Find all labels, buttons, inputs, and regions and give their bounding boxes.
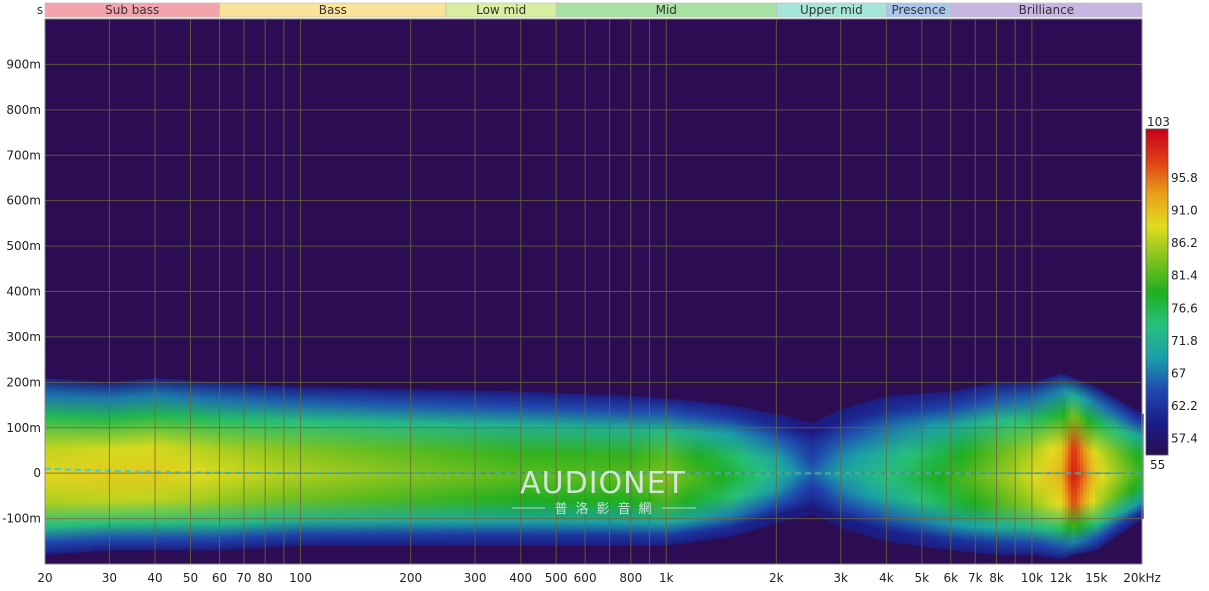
band-label: Upper mid (800, 3, 863, 17)
x-tick-label: 300 (464, 571, 487, 585)
colorbar-tick-label: 76.6 (1171, 301, 1198, 315)
y-unit-label: s (37, 3, 43, 17)
x-tick-label: 200 (399, 571, 422, 585)
x-tick-label: 20 (37, 571, 52, 585)
y-tick-label: 400m (6, 285, 41, 299)
colorbar-tick-label: 71.8 (1171, 334, 1198, 348)
x-tick-label: 4k (879, 571, 894, 585)
colorbar-gradient (1145, 128, 1169, 456)
x-tick-label: 400 (509, 571, 532, 585)
colorbar-tick-label: 86.2 (1171, 236, 1198, 250)
x-tick-label: 40 (147, 571, 162, 585)
colorbar-tick-label: 67 (1171, 367, 1186, 381)
colorbar-tick-label: 55 (1150, 458, 1165, 472)
y-tick-label: 300m (6, 330, 41, 344)
y-tick-label: 100m (6, 421, 41, 435)
x-tick-label: 7k (968, 571, 983, 585)
x-tick-label: 30 (102, 571, 117, 585)
y-tick-label: 0 (33, 466, 41, 480)
watermark-title: AUDIONET (520, 466, 686, 501)
colorbar-tick-label: 103 (1147, 115, 1170, 129)
x-tick-label: 800 (619, 571, 642, 585)
band-label: Low mid (476, 3, 526, 17)
y-tick-label: 500m (6, 239, 41, 253)
y-tick-label: 600m (6, 194, 41, 208)
y-tick-label: -100m (2, 512, 41, 526)
colorbar-tick-label: 57.4 (1171, 432, 1198, 446)
x-tick-label: 2k (769, 571, 784, 585)
y-tick-label: 700m (6, 148, 41, 162)
x-tick-label: 70 (236, 571, 251, 585)
x-tick-label: 80 (258, 571, 273, 585)
x-tick-label: 15k (1085, 571, 1107, 585)
x-tick-label: 6k (944, 571, 959, 585)
x-tick-label: 500 (545, 571, 568, 585)
x-tick-label: 1k (659, 571, 674, 585)
x-tick-label: 600 (574, 571, 597, 585)
band-label: Sub bass (105, 3, 159, 17)
x-tick-label: 10k (1021, 571, 1043, 585)
colorbar-tick-label: 91.0 (1171, 204, 1198, 218)
x-tick-label: 5k (915, 571, 930, 585)
colorbar-tick-label: 81.4 (1171, 269, 1198, 283)
x-tick-label: 100 (289, 571, 312, 585)
watermark-subtitle: 普洛影音網 (554, 501, 659, 517)
y-tick-label: 800m (6, 103, 41, 117)
y-tick-label: 900m (6, 57, 41, 71)
x-tick-label: 12k (1050, 571, 1072, 585)
spectrogram-chart: s Sub bass Bass Low mid Mid Upper mid Presence… (2, 2, 1198, 585)
band-label: Bass (319, 3, 347, 17)
colorbar-tick-label: 62.2 (1171, 399, 1198, 413)
frequency-band-bar: s Sub bass Bass Low mid Mid Upper mid Presence… (37, 2, 1143, 18)
x-tick-label: 3k (833, 571, 848, 585)
band-label: Brilliance (1019, 3, 1074, 17)
x-tick-label: 8k (989, 571, 1004, 585)
x-tick-label: 60 (212, 571, 227, 585)
band-label: Mid (656, 3, 677, 17)
y-tick-label: 200m (6, 375, 41, 389)
x-tick-label: 50 (183, 571, 198, 585)
band-label: Presence (891, 3, 945, 17)
colorbar: 103 95.8 91.0 86.2 81.4 76.6 71.8 67 62.2 57.4 55 (1145, 115, 1198, 472)
colorbar-tick-label: 95.8 (1171, 171, 1198, 185)
x-tick-label: 20kHz (1123, 571, 1161, 585)
